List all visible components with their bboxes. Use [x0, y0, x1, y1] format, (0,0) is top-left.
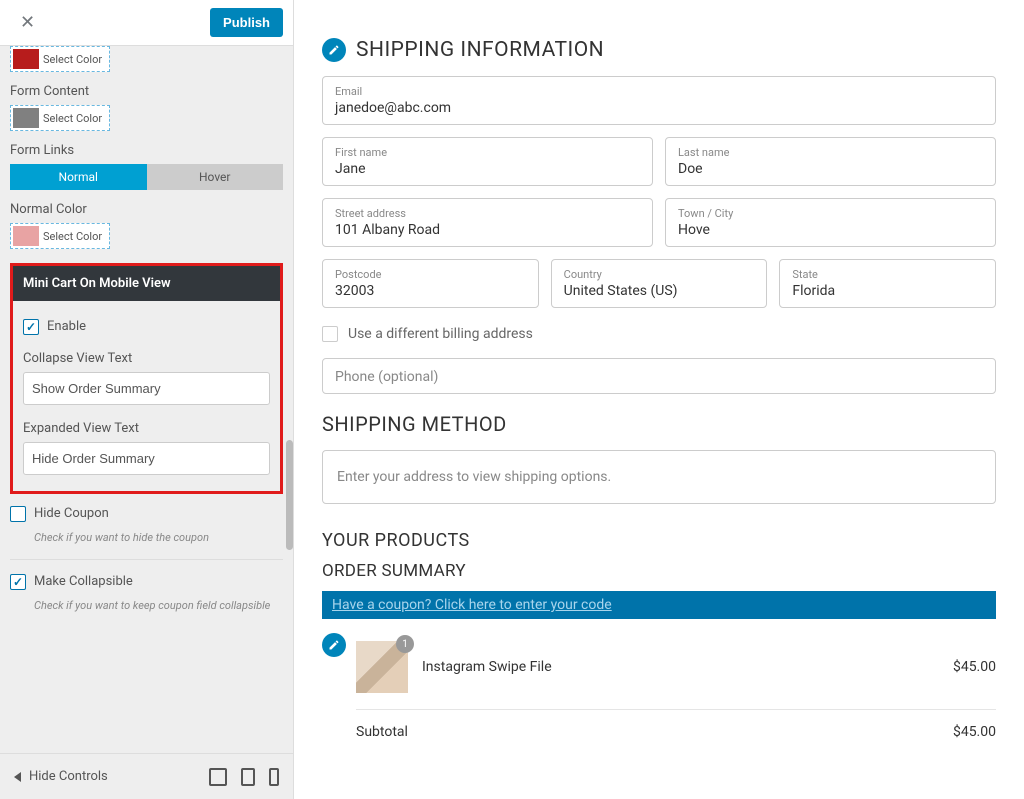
hide-coupon-row[interactable]: Hide Coupon	[10, 506, 283, 522]
publish-button[interactable]: Publish	[210, 8, 283, 37]
scrollbar-thumb[interactable]	[286, 440, 293, 550]
country-field[interactable]: Country United States (US)	[551, 259, 768, 308]
last-name-label: Last name	[678, 146, 983, 159]
town-field[interactable]: Town / City Hove	[665, 198, 996, 247]
select-color-label: Select Color	[43, 53, 102, 66]
collapse-view-input[interactable]	[23, 372, 270, 405]
make-collapsible-checkbox[interactable]	[10, 574, 26, 590]
coupon-link[interactable]: Have a coupon? Click here to enter your …	[322, 591, 996, 619]
minicart-section-highlight: Mini Cart On Mobile View Enable Collapse…	[10, 263, 283, 494]
email-label: Email	[335, 85, 983, 98]
email-value: janedoe@abc.com	[335, 100, 983, 116]
form-links-tabs: Normal Hover	[10, 164, 283, 190]
enable-checkbox-row[interactable]: Enable	[23, 319, 270, 335]
first-name-label: First name	[335, 146, 640, 159]
subtotal-value: $45.00	[953, 724, 996, 740]
color-swatch-red	[13, 49, 39, 69]
shipping-method-msg: Enter your address to view shipping opti…	[322, 450, 996, 504]
subtotal-label: Subtotal	[356, 724, 408, 740]
first-name-field[interactable]: First name Jane	[322, 137, 653, 186]
qty-badge: 1	[396, 635, 414, 653]
your-products-title: YOUR PRODUCTS	[322, 530, 996, 551]
phone-placeholder: Phone (optional)	[335, 369, 983, 385]
street-label: Street address	[335, 207, 640, 220]
sidebar-header: ✕ Publish	[0, 0, 293, 46]
enable-checkbox[interactable]	[23, 319, 39, 335]
expanded-view-input[interactable]	[23, 442, 270, 475]
device-toggles	[209, 768, 279, 786]
sidebar-footer: Hide Controls	[0, 753, 293, 799]
first-name-value: Jane	[335, 161, 640, 177]
minicart-section-header[interactable]: Mini Cart On Mobile View	[13, 266, 280, 301]
postcode-label: Postcode	[335, 268, 526, 281]
state-value: Florida	[792, 283, 983, 299]
hide-coupon-label: Hide Coupon	[34, 506, 109, 521]
form-links-label: Form Links	[10, 143, 283, 158]
expanded-view-label: Expanded View Text	[23, 421, 270, 436]
collapse-view-label: Collapse View Text	[23, 351, 270, 366]
sidebar-body[interactable]: Select Color Form Content Select Color F…	[0, 46, 293, 753]
tablet-icon[interactable]	[241, 768, 255, 786]
country-value: United States (US)	[564, 283, 755, 299]
product-row: 1 Instagram Swipe File $45.00	[356, 633, 996, 710]
product-price: $45.00	[953, 659, 996, 675]
street-field[interactable]: Street address 101 Albany Road	[322, 198, 653, 247]
product-thumbnail: 1	[356, 641, 408, 693]
email-field[interactable]: Email janedoe@abc.com	[322, 76, 996, 125]
desktop-icon[interactable]	[209, 768, 227, 786]
subtotal-row: Subtotal $45.00	[356, 710, 996, 740]
make-collapsible-desc: Check if you want to keep coupon field c…	[34, 598, 283, 613]
hide-coupon-checkbox[interactable]	[10, 506, 26, 522]
select-color-label: Select Color	[43, 230, 102, 243]
color-picker-pink[interactable]: Select Color	[10, 223, 110, 249]
hide-controls-button[interactable]: Hide Controls	[14, 769, 108, 784]
town-value: Hove	[678, 222, 983, 238]
chevron-left-icon	[14, 772, 21, 782]
hide-controls-label: Hide Controls	[29, 769, 108, 784]
color-picker-gray[interactable]: Select Color	[10, 105, 110, 131]
street-value: 101 Albany Road	[335, 222, 640, 238]
product-name: Instagram Swipe File	[422, 659, 939, 675]
tab-hover[interactable]: Hover	[147, 164, 284, 190]
tab-normal[interactable]: Normal	[10, 164, 147, 190]
select-color-label: Select Color	[43, 112, 102, 125]
diff-billing-row[interactable]: Use a different billing address	[322, 326, 996, 342]
make-collapsible-row[interactable]: Make Collapsible	[10, 574, 283, 590]
normal-color-label: Normal Color	[10, 202, 283, 217]
make-collapsible-label: Make Collapsible	[34, 574, 133, 589]
phone-field[interactable]: Phone (optional)	[322, 358, 996, 394]
divider	[10, 559, 283, 560]
color-swatch-pink	[13, 226, 39, 246]
town-label: Town / City	[678, 207, 983, 220]
state-label: State	[792, 268, 983, 281]
color-picker-red[interactable]: Select Color	[10, 46, 110, 72]
shipping-info-title: SHIPPING INFORMATION	[356, 38, 604, 62]
close-icon[interactable]: ✕	[10, 8, 45, 37]
last-name-field[interactable]: Last name Doe	[665, 137, 996, 186]
diff-billing-label: Use a different billing address	[348, 326, 533, 342]
enable-label: Enable	[47, 319, 86, 334]
country-label: Country	[564, 268, 755, 281]
shipping-method-title: SHIPPING METHOD	[322, 412, 996, 436]
postcode-value: 32003	[335, 283, 526, 299]
postcode-field[interactable]: Postcode 32003	[322, 259, 539, 308]
preview-panel: SHIPPING INFORMATION Email janedoe@abc.c…	[294, 0, 1024, 799]
color-swatch-gray	[13, 108, 39, 128]
form-content-label: Form Content	[10, 84, 283, 99]
order-summary-title: ORDER SUMMARY	[322, 561, 996, 581]
customizer-sidebar: ✕ Publish Select Color Form Content Sele…	[0, 0, 294, 799]
edit-icon[interactable]	[322, 633, 346, 657]
hide-coupon-desc: Check if you want to hide the coupon	[34, 530, 283, 545]
edit-icon[interactable]	[322, 38, 346, 62]
shipping-info-header: SHIPPING INFORMATION	[322, 38, 996, 62]
state-field[interactable]: State Florida	[779, 259, 996, 308]
mobile-icon[interactable]	[269, 768, 279, 786]
last-name-value: Doe	[678, 161, 983, 177]
diff-billing-checkbox[interactable]	[322, 326, 338, 342]
